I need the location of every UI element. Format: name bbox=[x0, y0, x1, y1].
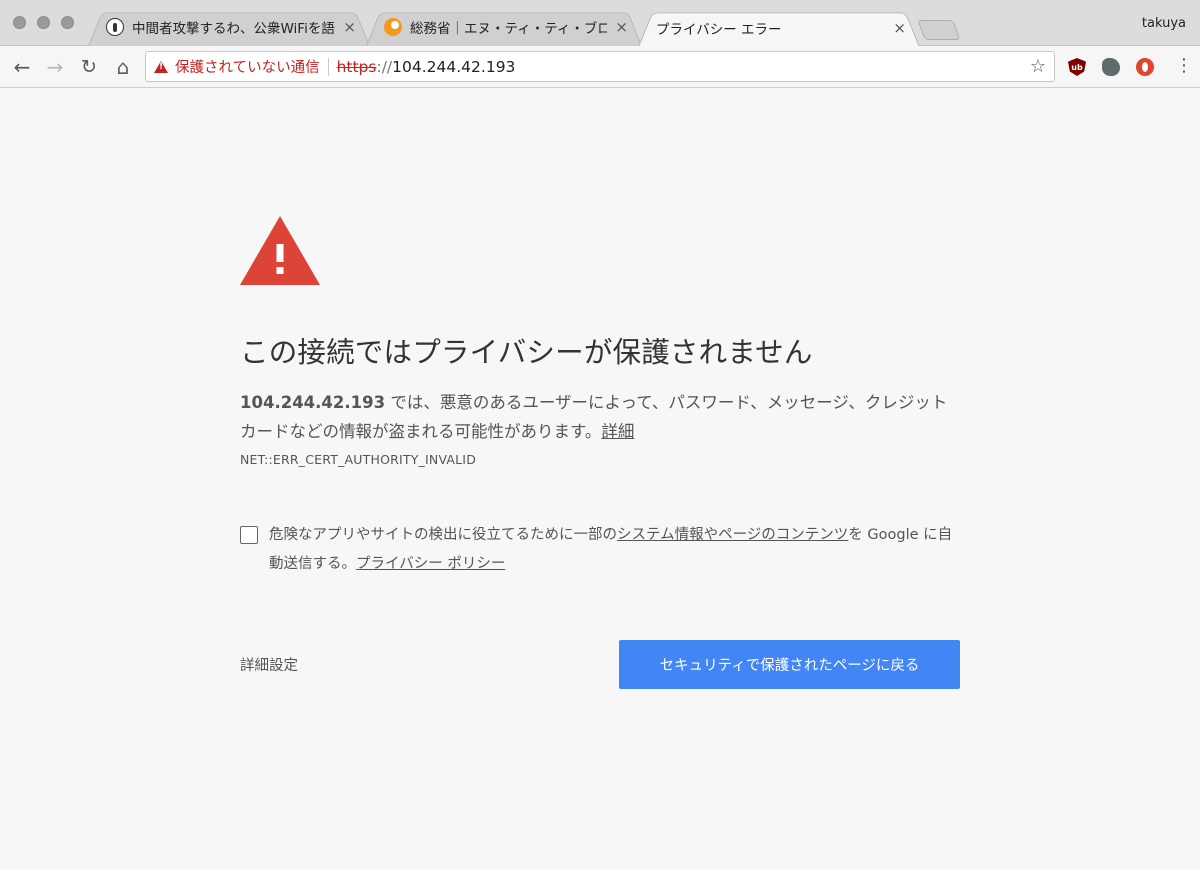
menu-icon[interactable]: ⋮ bbox=[1175, 55, 1193, 77]
omnibox-divider bbox=[327, 57, 329, 76]
tab-soumu[interactable]: 総務省｜エヌ・ティ・ティ・ブロー × bbox=[366, 8, 642, 46]
system-info-link[interactable]: システム情報やページのコンテンツ bbox=[617, 527, 848, 543]
ublock-icon[interactable]: ub bbox=[1068, 58, 1086, 76]
tab-mitm-article[interactable]: 中間者攻撃するわ、公衆WiFiを語る × bbox=[88, 8, 370, 46]
optin-label: 危険なアプリやサイトの検出に役立てるために一部のシステム情報やページのコンテンツ… bbox=[240, 521, 960, 579]
url-host: 104.244.42.193 bbox=[392, 57, 516, 76]
details-link[interactable]: 詳細 bbox=[601, 422, 634, 441]
back-button[interactable]: ← bbox=[9, 54, 35, 80]
tab-privacy-error[interactable]: プライバシー エラー × bbox=[638, 8, 920, 47]
window-minimize-button[interactable] bbox=[37, 16, 50, 29]
security-status-label[interactable]: 保護されていない通信 bbox=[175, 56, 320, 77]
tab-close-icon[interactable]: × bbox=[615, 18, 628, 36]
evernote-icon[interactable] bbox=[1102, 58, 1120, 76]
opera-icon[interactable] bbox=[1136, 58, 1154, 76]
safe-browsing-optin: 危険なアプリやサイトの検出に役立てるために一部のシステム情報やページのコンテンツ… bbox=[240, 521, 960, 579]
ublock-badge: ub bbox=[1071, 62, 1083, 72]
tab-title: 中間者攻撃するわ、公衆WiFiを語る bbox=[132, 21, 336, 37]
profile-name[interactable]: takuya bbox=[1142, 16, 1186, 31]
address-bar[interactable]: 保護されていない通信 https :// 104.244.42.193 ☆ bbox=[145, 51, 1055, 82]
tab-strip: 中間者攻撃するわ、公衆WiFiを語る × 総務省｜エヌ・ティ・ティ・ブロー × … bbox=[0, 0, 1200, 46]
error-host: 104.244.42.193 bbox=[240, 393, 386, 412]
error-description: 104.244.42.193 では、悪意のあるユーザーによって、パスワード、メッ… bbox=[240, 388, 960, 446]
forward-button[interactable]: → bbox=[42, 54, 68, 80]
home-button[interactable]: ⌂ bbox=[110, 54, 136, 80]
toolbar: ← → ↻ ⌂ 保護されていない通信 https :// 104.244.42.… bbox=[0, 46, 1200, 88]
orange-bubble-icon bbox=[384, 18, 402, 36]
back-to-safety-button[interactable]: セキュリティで保護されたページに戻る bbox=[619, 640, 960, 689]
optin-checkbox[interactable] bbox=[240, 526, 258, 544]
window-zoom-button[interactable] bbox=[61, 16, 74, 29]
url-scheme-separator: :// bbox=[376, 57, 393, 76]
warning-triangle-icon bbox=[240, 216, 320, 285]
page-title: この接続ではプライバシーが保護されません bbox=[240, 336, 813, 369]
tab-close-icon[interactable]: × bbox=[893, 19, 906, 37]
monochrome-circle-icon bbox=[106, 18, 124, 36]
reload-button[interactable]: ↻ bbox=[76, 54, 102, 80]
tab-title: 総務省｜エヌ・ティ・ティ・ブロー bbox=[410, 21, 608, 37]
window-close-button[interactable] bbox=[13, 16, 26, 29]
bookmark-star-icon[interactable]: ☆ bbox=[1030, 56, 1046, 77]
optin-prefix: 危険なアプリやサイトの検出に役立てるために一部の bbox=[269, 527, 617, 543]
tab-title: プライバシー エラー bbox=[656, 21, 782, 38]
error-code: NET::ERR_CERT_AUTHORITY_INVALID bbox=[240, 452, 477, 467]
tab-close-icon[interactable]: × bbox=[343, 18, 356, 36]
advanced-settings-link[interactable]: 詳細設定 bbox=[240, 654, 298, 675]
url-scheme: https bbox=[336, 57, 377, 76]
warning-triangle-icon[interactable] bbox=[154, 60, 168, 73]
new-tab-button[interactable] bbox=[917, 20, 961, 40]
privacy-policy-link[interactable]: プライバシー ポリシー bbox=[356, 556, 505, 572]
